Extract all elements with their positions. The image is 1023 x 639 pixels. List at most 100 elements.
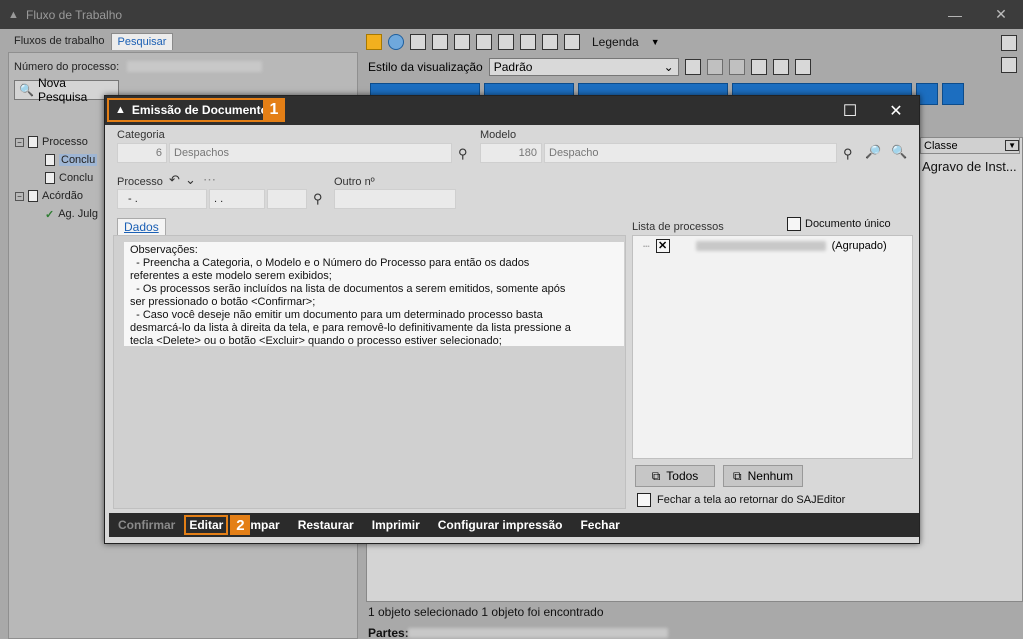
- limpar-button[interactable]: mpar: [250, 518, 288, 532]
- folder-icon[interactable]: [366, 34, 382, 50]
- tab-pesquisar[interactable]: Pesquisar: [110, 33, 174, 50]
- print-icon[interactable]: [454, 34, 470, 50]
- restaurar-button[interactable]: Restaurar: [289, 518, 363, 532]
- dados-panel: Observações: - Preencha a Categoria, o M…: [113, 235, 626, 509]
- copy-icon[interactable]: [432, 34, 448, 50]
- tree-label: Conclu: [59, 154, 98, 166]
- delete-icon[interactable]: [706, 59, 723, 75]
- tree-node-acordao[interactable]: − Acórdão: [15, 187, 98, 205]
- app-logo-icon: ▲: [8, 8, 19, 21]
- categoria-code-field[interactable]: 6: [117, 143, 167, 163]
- search-icon[interactable]: ⚲: [843, 146, 853, 162]
- export-icon[interactable]: [794, 59, 811, 75]
- tab-fluxos-de-trabalho[interactable]: Fluxos de trabalho: [8, 33, 111, 50]
- app-logo-icon: ▲: [115, 104, 126, 116]
- checked-box-icon[interactable]: ✕: [655, 239, 670, 253]
- modelo-code-field[interactable]: 180: [480, 143, 542, 163]
- search-icon[interactable]: ⚲: [313, 191, 323, 207]
- documento-unico-checkbox[interactable]: Documento único: [787, 217, 891, 231]
- window-title: Fluxo de Trabalho: [26, 7, 123, 22]
- more-icon[interactable]: ⋯: [203, 172, 216, 188]
- tree-node-processo[interactable]: − Processo: [15, 133, 98, 151]
- fechar-tela-checkbox[interactable]: Fechar a tela ao retornar do SAJEditor: [637, 493, 845, 507]
- modelo-name-value: Despacho: [549, 147, 599, 159]
- confirmar-button[interactable]: Confirmar: [109, 518, 184, 532]
- save-icon[interactable]: [684, 59, 701, 75]
- minimize-button[interactable]: —: [932, 0, 978, 29]
- comment-icon[interactable]: [542, 34, 558, 50]
- modelo-name-field[interactable]: Despacho: [544, 143, 837, 163]
- list-icon[interactable]: [772, 59, 789, 75]
- column-header-classe[interactable]: Classe ▼: [920, 137, 1020, 154]
- tree-node-ag-julg[interactable]: ✓ Ag. Julg: [15, 205, 98, 223]
- filter-icon[interactable]: ▼: [1005, 140, 1019, 151]
- lista-processos: ┄ ✕ (Agrupado): [632, 235, 913, 459]
- tabs-dropdown-button[interactable]: [942, 83, 964, 105]
- search-icon[interactable]: ⚲: [458, 146, 468, 162]
- imprimir-button[interactable]: Imprimir: [363, 518, 429, 532]
- tree-label: Ag. Julg: [58, 208, 98, 220]
- collapse-icon[interactable]: −: [15, 191, 24, 201]
- emissao-documentos-dialog: ▲ Emissão de Documentos 1 ☐ ✕ Categoria …: [104, 95, 920, 544]
- maximize-button[interactable]: ☐: [827, 96, 873, 125]
- edit-model-icon[interactable]: 🔍: [891, 144, 907, 160]
- legenda-menu[interactable]: Legenda: [592, 35, 639, 49]
- dialog-close-button[interactable]: ✕: [873, 96, 919, 125]
- categoria-name-field[interactable]: Despachos: [169, 143, 452, 163]
- close-button[interactable]: ✕: [978, 0, 1023, 29]
- chevron-down-icon[interactable]: ▼: [651, 37, 660, 47]
- fechar-button[interactable]: Fechar: [571, 518, 628, 532]
- search-model-icon[interactable]: 🔎: [865, 144, 881, 160]
- document-stack-icon: [28, 190, 38, 202]
- dialog-title: Emissão de Documentos: [131, 103, 275, 117]
- refresh-icon[interactable]: [388, 34, 404, 50]
- pencil-icon[interactable]: [728, 59, 745, 75]
- document-icon: [28, 136, 38, 148]
- checkbox-icon[interactable]: [787, 217, 801, 231]
- nenhum-label: Nenhum: [747, 469, 793, 483]
- processo-field-1[interactable]: - .: [117, 189, 207, 209]
- fechar-tela-label: Fechar a tela ao retornar do SAJEditor: [657, 494, 846, 506]
- grid-view-icon[interactable]: [1001, 57, 1017, 73]
- estilo-label: Estilo da visualização: [368, 60, 483, 74]
- tree-node-conclusao-2[interactable]: Conclu: [15, 169, 98, 187]
- excel-icon[interactable]: [750, 59, 767, 75]
- tree-label: Processo: [42, 136, 88, 148]
- agrupado-label: (Agrupado): [831, 240, 887, 252]
- list-item[interactable]: ┄ ✕ (Agrupado): [643, 239, 887, 253]
- processo-label: Processo: [117, 176, 163, 188]
- processo-number-value: [695, 241, 826, 251]
- editar-button[interactable]: Editar: [184, 515, 229, 535]
- estilo-select[interactable]: Padrão ⌄: [488, 58, 679, 76]
- pin-icon[interactable]: [564, 34, 580, 50]
- document-print-icon[interactable]: [476, 34, 492, 50]
- processo-field-2[interactable]: . .: [209, 189, 265, 209]
- dialog-titlebar: ▲ Emissão de Documentos 1 ☐ ✕: [105, 96, 919, 125]
- chevron-down-icon[interactable]: ⌄: [185, 172, 196, 188]
- outro-field[interactable]: [334, 189, 456, 209]
- todos-button[interactable]: ⧉ Todos: [635, 465, 715, 487]
- status-text: 1 objeto selecionado 1 objeto foi encont…: [368, 605, 604, 619]
- numero-processo-value: [127, 61, 262, 72]
- configurar-impressao-button[interactable]: Configurar impressão: [429, 518, 572, 532]
- tab-dados[interactable]: Dados: [117, 218, 166, 235]
- select-icon[interactable]: [410, 34, 426, 50]
- column-label: Classe: [924, 139, 958, 152]
- collapse-icon[interactable]: −: [15, 137, 24, 147]
- search-document-icon[interactable]: [498, 34, 514, 50]
- tree-view-icon[interactable]: [1001, 35, 1017, 51]
- undo-icon[interactable]: ↶: [169, 172, 180, 188]
- tree-node-conclusao-1[interactable]: Conclu: [15, 151, 98, 169]
- checkbox-icon[interactable]: [637, 493, 651, 507]
- dialog-button-bar: Confirmar Editar 2 mpar Restaurar Imprim…: [109, 513, 919, 537]
- main-toolbar: Legenda ▼: [366, 31, 660, 53]
- document-icon: [45, 154, 55, 166]
- edit-icon[interactable]: [520, 34, 536, 50]
- nenhum-button[interactable]: ⧉ Nenhum: [723, 465, 803, 487]
- categoria-name-value: Despachos: [174, 147, 230, 159]
- grid-cell-classe[interactable]: Agravo de Inst...: [922, 159, 1017, 174]
- modelo-label: Modelo: [480, 129, 517, 141]
- processo-field-3[interactable]: [267, 189, 307, 209]
- modelo-code-value: 180: [518, 147, 537, 159]
- left-tabs: Fluxos de trabalho Pesquisar: [8, 33, 174, 50]
